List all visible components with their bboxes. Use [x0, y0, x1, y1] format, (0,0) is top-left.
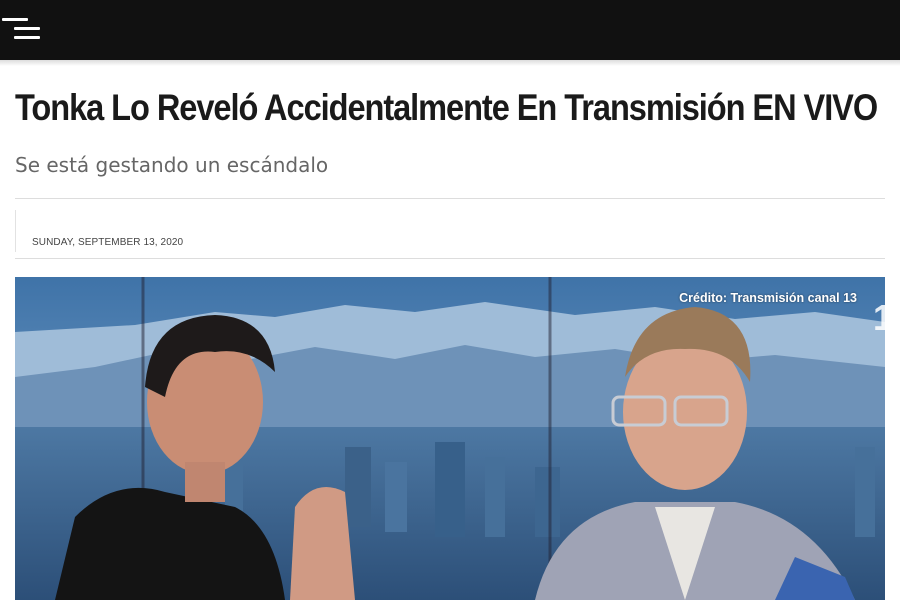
- article-title: Tonka Lo Reveló Accidentalmente En Trans…: [15, 87, 878, 128]
- nav-shadow: [0, 60, 900, 66]
- meta-accent-bar: [15, 210, 16, 252]
- article-date: SUNDAY, SEPTEMBER 13, 2020: [32, 237, 184, 248]
- hamburger-menu-icon[interactable]: [2, 16, 42, 40]
- image-credit: Crédito: Transmisión canal 13: [679, 291, 857, 305]
- hero-image: Crédito: Transmisión canal 13 13: [15, 277, 885, 600]
- divider: [15, 258, 885, 259]
- article-subtitle: Se está gestando un escándalo: [15, 153, 329, 177]
- divider: [15, 198, 885, 199]
- tv-broadcast-scene: [15, 277, 885, 600]
- top-nav-bar: [0, 0, 900, 60]
- channel-logo: 13: [873, 297, 885, 338]
